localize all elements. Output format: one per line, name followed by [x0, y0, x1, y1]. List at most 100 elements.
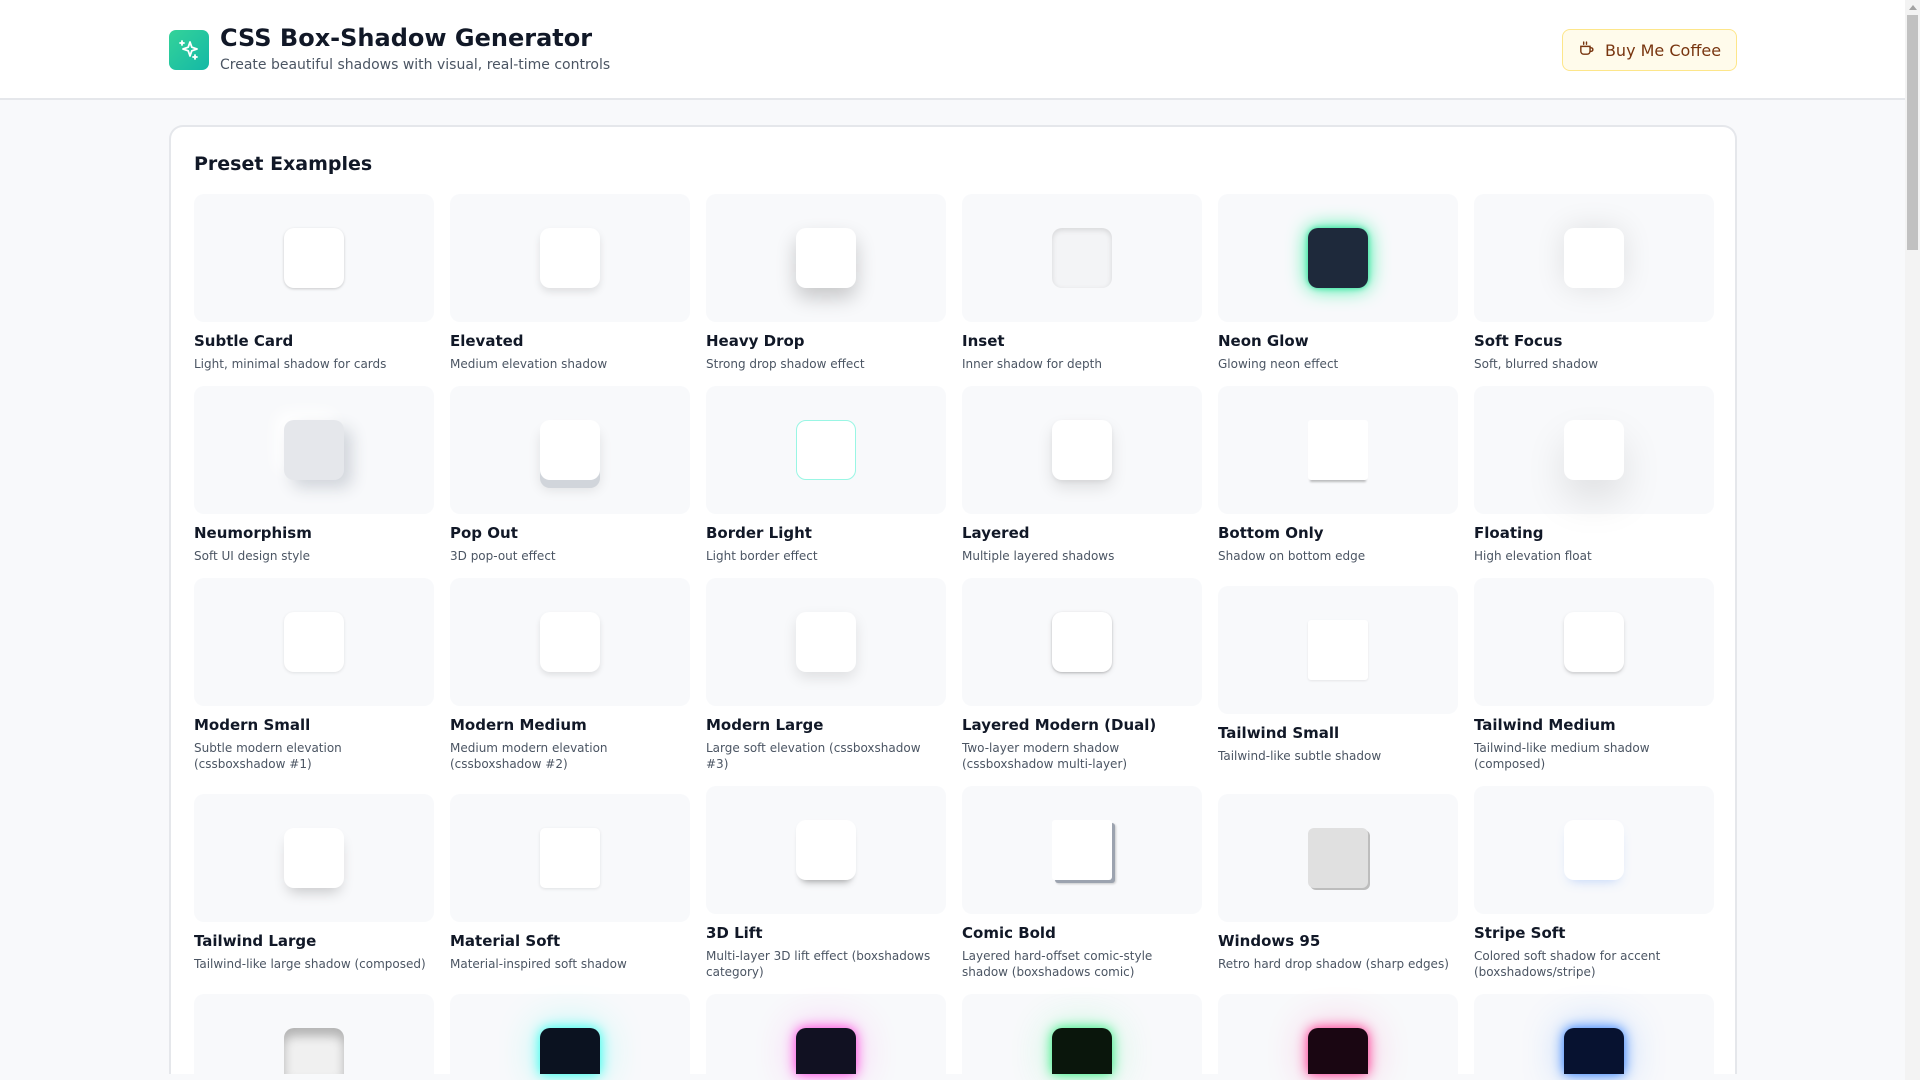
preset-name: Modern Medium: [450, 716, 587, 734]
app-title: CSS Box-Shadow Generator: [220, 24, 593, 52]
preset-description: Two-layer modern shadow (cssboxshadow mu…: [962, 741, 1128, 771]
preset-preview: [1218, 794, 1458, 922]
preset-name: Stripe Soft: [1474, 924, 1566, 942]
shadow-sample-box: [1052, 420, 1112, 480]
preset-description: High elevation float: [1474, 549, 1592, 563]
preset-description: Tailwind-like large shadow (composed): [194, 957, 426, 971]
preset-card[interactable]: Elevated Medium elevation shadow: [450, 194, 690, 372]
preset-card[interactable]: [1218, 994, 1458, 1074]
preset-name: Neon Glow: [1218, 332, 1309, 350]
preset-preview: [450, 578, 690, 706]
preset-preview: [1218, 386, 1458, 514]
preset-preview: [1474, 386, 1714, 514]
preset-preview: [1474, 194, 1714, 322]
scroll-up-icon[interactable]: [1909, 5, 1917, 10]
shadow-sample-box: [796, 420, 856, 480]
preset-card[interactable]: Comic Bold Layered hard-offset comic-styl…: [962, 786, 1202, 980]
preset-card[interactable]: Windows 95 Retro hard drop shadow (sharp …: [1218, 794, 1458, 972]
shadow-sample-box: [540, 420, 600, 480]
preset-card[interactable]: Border Light Light border effect: [706, 386, 946, 564]
preset-name: Elevated: [450, 332, 524, 350]
preset-card[interactable]: Pop Out 3D pop-out effect: [450, 386, 690, 564]
preset-card[interactable]: Layered Modern (Dual) Two-layer modern sh…: [962, 578, 1202, 772]
preset-preview: [962, 786, 1202, 914]
preset-card[interactable]: Tailwind Small Tailwind-like subtle shado…: [1218, 586, 1458, 764]
preset-preview: [194, 386, 434, 514]
preset-card[interactable]: Layered Multiple layered shadows: [962, 386, 1202, 564]
shadow-sample-box: [1564, 228, 1624, 288]
preset-description: Material-inspired soft shadow: [450, 957, 627, 971]
preset-description: 3D pop-out effect: [450, 549, 556, 563]
preset-preview: [706, 386, 946, 514]
preset-card[interactable]: Subtle Card Light, minimal shadow for car…: [194, 194, 434, 372]
preset-name: Subtle Card: [194, 332, 294, 350]
preset-description: Subtle modern elevation (cssboxshadow #1…: [194, 741, 342, 771]
preset-description: Soft UI design style: [194, 549, 311, 563]
preset-card[interactable]: 3D Lift Multi-layer 3D lift effect (boxsh…: [706, 786, 946, 980]
preset-description: Tailwind-like medium shadow (composed): [1474, 741, 1650, 771]
shadow-sample-box: [796, 1028, 856, 1074]
vertical-scrollbar[interactable]: [1905, 0, 1920, 1080]
preset-grid: Subtle Card Light, minimal shadow for car…: [194, 194, 1714, 1074]
preset-card[interactable]: Floating High elevation float: [1474, 386, 1714, 564]
preset-name: Tailwind Large: [194, 932, 317, 950]
preset-name: Heavy Drop: [706, 332, 805, 350]
coffee-cup-icon: [1578, 40, 1595, 61]
shadow-sample-box: [284, 1028, 344, 1074]
preset-card[interactable]: Modern Medium Medium modern elevation (cs…: [450, 578, 690, 772]
preset-card[interactable]: Inset Inner shadow for depth: [962, 194, 1202, 372]
preset-card[interactable]: Neon Glow Glowing neon effect: [1218, 194, 1458, 372]
scrollbar-thumb[interactable]: [1907, 15, 1918, 250]
preset-preview: [962, 386, 1202, 514]
preset-card[interactable]: Stripe Soft Colored soft shadow for accen…: [1474, 786, 1714, 980]
preset-card[interactable]: [706, 994, 946, 1074]
preset-preview: [194, 194, 434, 322]
preset-preview: [962, 578, 1202, 706]
preset-card[interactable]: Tailwind Medium Tailwind-like medium shad…: [1474, 578, 1714, 772]
preset-description: Light, minimal shadow for cards: [194, 357, 387, 371]
preset-card[interactable]: Modern Small Subtle modern elevation (css…: [194, 578, 434, 772]
preset-description: Large soft elevation (cssboxshadow #3): [706, 741, 921, 771]
preset-card[interactable]: Material Soft Material-inspired soft shad…: [450, 794, 690, 972]
preset-card[interactable]: Tailwind Large Tailwind-like large shadow…: [194, 794, 434, 972]
preset-card[interactable]: [194, 994, 434, 1074]
preset-preview: [450, 194, 690, 322]
preset-card[interactable]: Neumorphism Soft UI design style: [194, 386, 434, 564]
preset-card[interactable]: [450, 994, 690, 1074]
preset-description: Glowing neon effect: [1218, 357, 1339, 371]
shadow-sample-box: [284, 828, 344, 888]
preset-card[interactable]: Soft Focus Soft, blurred shadow: [1474, 194, 1714, 372]
preset-card[interactable]: Heavy Drop Strong drop shadow effect: [706, 194, 946, 372]
shadow-sample-box: [1052, 228, 1112, 288]
buy-me-coffee-button[interactable]: Buy Me Coffee: [1562, 29, 1737, 71]
preset-name: Layered: [962, 524, 1030, 542]
shadow-sample-box: [796, 820, 856, 880]
shadow-sample-box: [1052, 820, 1112, 880]
sparkles-icon: [169, 30, 209, 70]
preset-description: Multi-layer 3D lift effect (boxshadows c…: [706, 949, 931, 979]
shadow-sample-box: [1564, 820, 1624, 880]
shadow-sample-box: [1308, 620, 1368, 680]
preset-description: Soft, blurred shadow: [1474, 357, 1599, 371]
preset-description: Shadow on bottom edge: [1218, 549, 1366, 563]
preset-preview: [1218, 994, 1458, 1074]
shadow-sample-box: [284, 612, 344, 672]
shadow-sample-box: [540, 228, 600, 288]
shadow-sample-box: [1052, 612, 1112, 672]
shadow-sample-box: [284, 228, 344, 288]
preset-description: Medium elevation shadow: [450, 357, 608, 371]
preset-preview: [1218, 194, 1458, 322]
preset-card[interactable]: Bottom Only Shadow on bottom edge: [1218, 386, 1458, 564]
preset-name: Tailwind Medium: [1474, 716, 1616, 734]
preset-card[interactable]: [1474, 994, 1714, 1074]
section-heading: Preset Examples: [194, 153, 373, 175]
preset-preview: [194, 794, 434, 922]
preset-card[interactable]: [962, 994, 1202, 1074]
preset-description: Multiple layered shadows: [962, 549, 1115, 563]
shadow-sample-box: [284, 420, 344, 480]
preset-preview: [450, 794, 690, 922]
preset-card[interactable]: Modern Large Large soft elevation (cssbox…: [706, 578, 946, 772]
buy-me-coffee-label: Buy Me Coffee: [1604, 40, 1722, 60]
preset-preview: [962, 994, 1202, 1074]
preset-preview: [194, 994, 434, 1074]
